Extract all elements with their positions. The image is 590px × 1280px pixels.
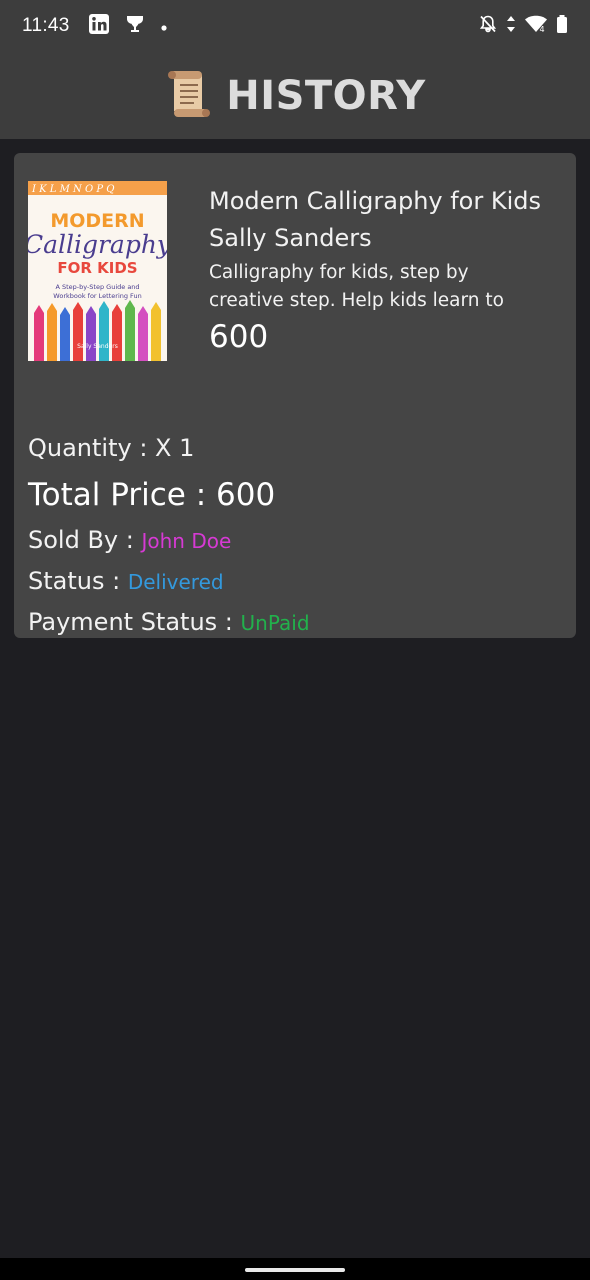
cover-line-modern: MODERN	[50, 210, 144, 232]
cover-subtitle-a: A Step-by-Step Guide and	[55, 283, 139, 291]
scroll-icon	[164, 69, 212, 123]
page-title: HISTORY	[226, 72, 426, 119]
book-title: Modern Calligraphy for Kids	[209, 187, 542, 215]
cover-strip: I K L M N O P Q	[31, 184, 114, 195]
total-price-text: Total Price : 600	[28, 477, 276, 513]
book-price: 600	[209, 319, 269, 355]
book-info: Modern Calligraphy for Kids Sally Sander…	[209, 183, 549, 355]
app-bar: HISTORY	[0, 52, 590, 139]
cover-line-calligraphy: Calligraphy	[28, 230, 167, 259]
data-arrows-icon	[506, 15, 516, 37]
book-author: Sally Sanders	[209, 224, 372, 252]
home-gesture-handle[interactable]	[245, 1268, 345, 1272]
quantity-text: Quantity : X 1	[28, 434, 195, 462]
order-details: Quantity : X 1 Total Price : 600 Sold By…	[28, 428, 568, 643]
status-bar: 11:43 4	[0, 0, 590, 52]
cover-line-for-kids: FOR KIDS	[57, 259, 137, 277]
trophy-icon	[124, 13, 146, 39]
cover-subtitle-b: Workbook for Lettering Fun	[53, 292, 141, 300]
book-description: Calligraphy for kids, step by creative s…	[209, 262, 504, 311]
book-cover: I K L M N O P Q MODERN Calligraphy FOR K…	[28, 181, 167, 361]
seller-name: John Doe	[141, 529, 232, 553]
linkedin-icon	[88, 13, 110, 39]
status-row: Status : Delivered	[28, 561, 568, 602]
svg-text:4: 4	[540, 25, 545, 34]
status-badge: Delivered	[127, 570, 224, 594]
payment-status-row: Payment Status : UnPaid	[28, 602, 568, 643]
status-time: 11:43	[22, 15, 70, 36]
status-label: Status :	[28, 567, 128, 595]
bell-off-icon	[478, 14, 498, 38]
sold-by-label: Sold By :	[28, 526, 142, 554]
order-card[interactable]: I K L M N O P Q MODERN Calligraphy FOR K…	[14, 153, 576, 638]
sold-by-row: Sold By : John Doe	[28, 520, 568, 561]
cover-author: Sally Sanders	[77, 343, 118, 350]
payment-status-label: Payment Status :	[28, 608, 241, 636]
payment-status-badge: UnPaid	[240, 611, 310, 635]
dot-icon	[160, 17, 168, 36]
navigation-bar	[0, 1258, 590, 1280]
wifi-icon: 4	[524, 14, 548, 38]
battery-icon	[556, 14, 568, 38]
